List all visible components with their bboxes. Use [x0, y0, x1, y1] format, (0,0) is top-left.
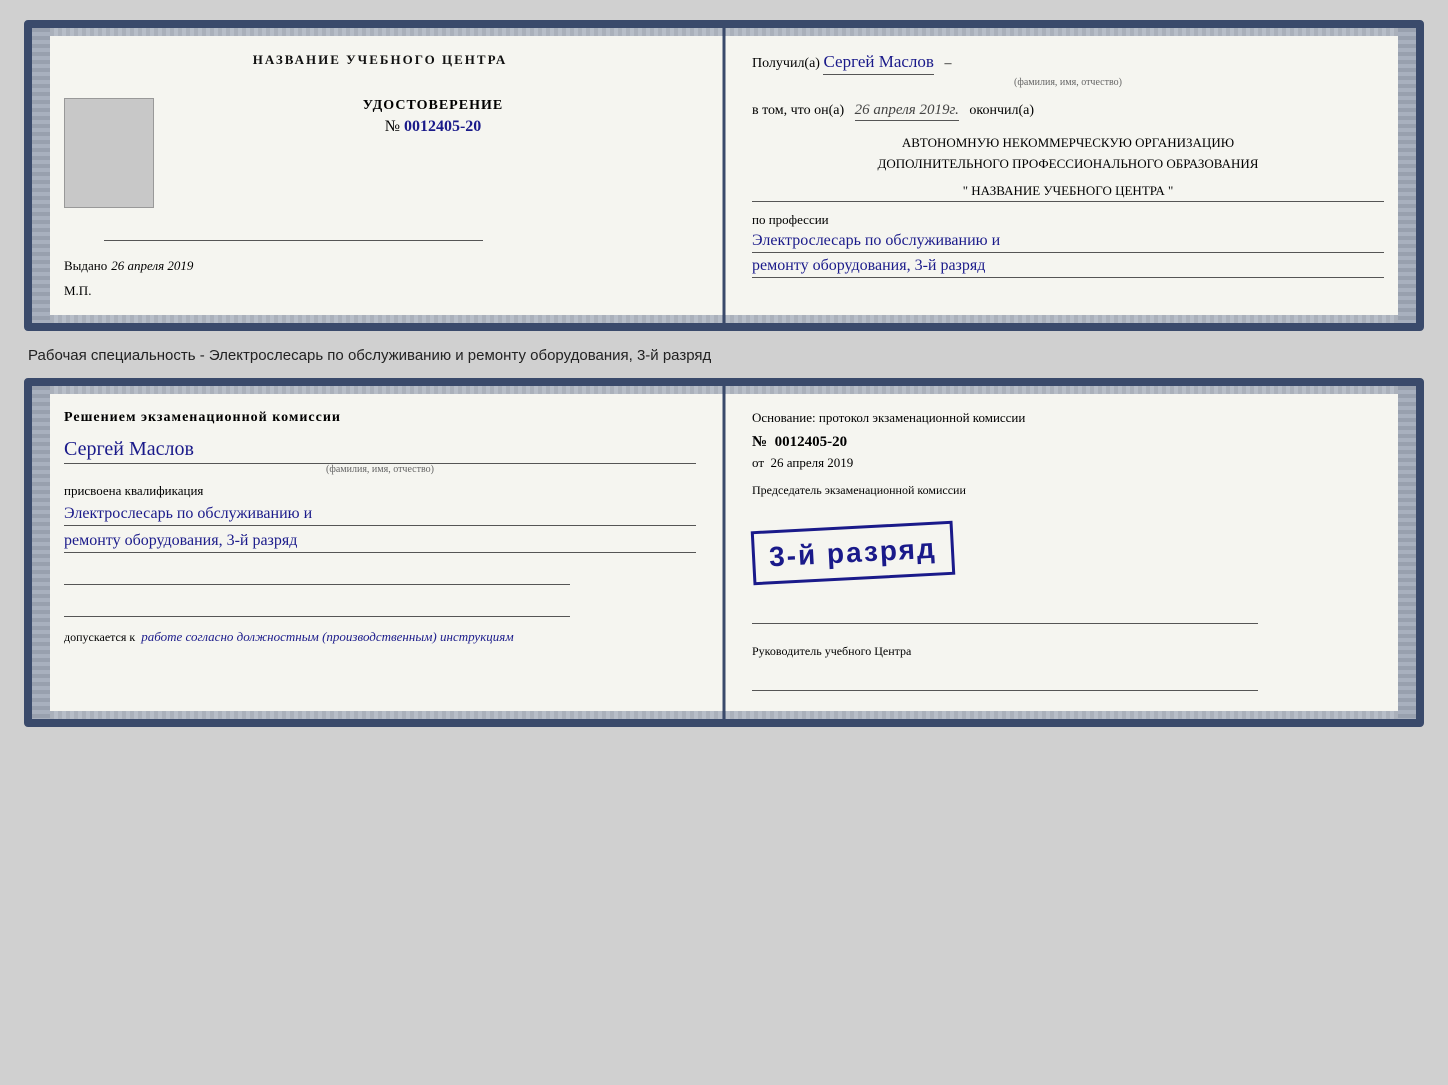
profession-line2: ремонту оборудования, 3-й разряд	[752, 257, 1384, 278]
page-wrapper: НАЗВАНИЕ УЧЕБНОГО ЦЕНТРА УДОСТОВЕРЕНИЕ №…	[24, 20, 1424, 727]
certificate-card-2: Решением экзаменационной комиссии Сергей…	[24, 378, 1424, 727]
cert1-photo-area: УДОСТОВЕРЕНИЕ № 0012405-20	[64, 98, 696, 208]
po-professii: по профессии	[752, 212, 1384, 228]
cert2-number-prefix: №	[752, 434, 767, 450]
fio-label: (фамилия, имя, отчество)	[752, 77, 1384, 88]
date-completed: 26 апреля 2019г.	[855, 102, 959, 121]
poluchil-line: Получил(а) Сергей Маслов – (фамилия, имя…	[752, 52, 1384, 88]
photo-placeholder	[64, 98, 154, 208]
protocol-number: № 0012405-20	[752, 434, 1384, 451]
number-prefix: №	[385, 118, 400, 135]
okончил-suffix: окончил(а)	[969, 103, 1034, 118]
predsedatel-signature	[752, 604, 1258, 624]
dopuskaetsya-prefix: допускается к	[64, 630, 135, 644]
resheniem-label: Решением экзаменационной комиссии	[64, 410, 696, 426]
dopuskaetsya: допускается к работе согласно должностны…	[64, 629, 696, 645]
poluchil-prefix: Получил(а)	[752, 56, 820, 71]
udostoverenie-block: УДОСТОВЕРЕНИЕ № 0012405-20	[64, 98, 696, 136]
cert2-name: Сергей Маслов	[64, 438, 696, 464]
vydano-date: 26 апреля 2019	[111, 258, 193, 273]
right-strip-2	[1398, 386, 1416, 719]
org-block: АВТОНОМНУЮ НЕКОММЕРЧЕСКУЮ ОРГАНИЗАЦИЮ ДО…	[752, 133, 1384, 175]
dopusk-text: работе согласно должностным (производств…	[141, 629, 513, 644]
org-line2: ДОПОЛНИТЕЛЬНОГО ПРОФЕССИОНАЛЬНОГО ОБРАЗО…	[752, 154, 1384, 175]
qualification-line1: Электрослесарь по обслуживанию и	[64, 505, 696, 526]
profession-line1: Электрослесарь по обслуживанию и	[752, 232, 1384, 253]
description-text: Рабочая специальность - Электрослесарь п…	[28, 347, 1424, 364]
signature-line-1	[64, 565, 570, 585]
udostoverenie-title: УДОСТОВЕРЕНИЕ	[64, 98, 696, 114]
cert1-center-title: НАЗВАНИЕ УЧЕБНОГО ЦЕНТРА	[64, 52, 696, 68]
cert2-left: Решением экзаменационной комиссии Сергей…	[32, 386, 724, 719]
rukovoditel-label: Руководитель учебного Центра	[752, 644, 1384, 659]
signature-line-2	[64, 597, 570, 617]
prisvoena-label: присвоена квалификация	[64, 483, 696, 499]
vtom-prefix: в том, что он(а)	[752, 103, 844, 118]
org-name: " НАЗВАНИЕ УЧЕБНОГО ЦЕНТРА "	[752, 183, 1384, 202]
cert1-number: № 0012405-20	[385, 118, 482, 135]
cert2-fio-label: (фамилия, имя, отчество)	[64, 464, 696, 475]
cert2-right: Основание: протокол экзаменационной коми…	[724, 386, 1416, 719]
ot-prefix: от	[752, 455, 764, 470]
predsedatel-label: Председатель экзаменационной комиссии	[752, 483, 1384, 498]
cert1-left: НАЗВАНИЕ УЧЕБНОГО ЦЕНТРА УДОСТОВЕРЕНИЕ №…	[32, 28, 724, 323]
vydano-label: Выдано	[64, 258, 107, 273]
cert2-ot-date: 26 апреля 2019	[771, 455, 854, 470]
vtom-line: в том, что он(а) 26 апреля 2019г. окончи…	[752, 102, 1384, 121]
cert1-right: Получил(а) Сергей Маслов – (фамилия, имя…	[724, 28, 1416, 323]
osnovanie-label: Основание: протокол экзаменационной коми…	[752, 410, 1384, 426]
stamp-block: 3-й разряд	[751, 521, 955, 585]
cert2-number: 0012405-20	[775, 434, 848, 450]
mp-label: М.П.	[64, 283, 696, 299]
right-strip	[1398, 28, 1416, 323]
rukovoditel-signature	[752, 671, 1258, 691]
stamp-text: 3-й разряд	[768, 533, 937, 573]
qualification-line2: ремонту оборудования, 3-й разряд	[64, 532, 696, 553]
ot-date: от 26 апреля 2019	[752, 455, 1384, 471]
certificate-card-1: НАЗВАНИЕ УЧЕБНОГО ЦЕНТРА УДОСТОВЕРЕНИЕ №…	[24, 20, 1424, 331]
org-line1: АВТОНОМНУЮ НЕКОММЕРЧЕСКУЮ ОРГАНИЗАЦИЮ	[752, 133, 1384, 154]
recipient-name: Сергей Маслов	[823, 52, 933, 75]
cert1-number-value: 0012405-20	[404, 118, 481, 135]
